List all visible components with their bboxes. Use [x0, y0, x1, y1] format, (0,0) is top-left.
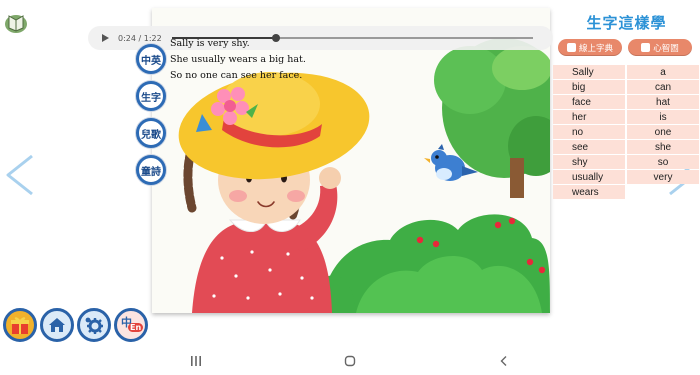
side-btn-songs[interactable]: 兒歌	[136, 118, 166, 148]
recent-apps-button[interactable]	[176, 347, 216, 375]
side-btn-poems[interactable]: 童詩	[136, 155, 166, 185]
story-line: So no one can see her face.	[170, 70, 303, 81]
language-icon: 中 En	[119, 314, 144, 336]
prev-page-arrow[interactable]	[2, 152, 36, 198]
gift-icon	[11, 317, 29, 334]
vocab-word[interactable]: face	[553, 95, 625, 109]
vocab-word[interactable]: one	[627, 125, 699, 139]
vocab-word[interactable]: her	[553, 110, 625, 124]
vocab-word[interactable]: usually	[553, 170, 625, 184]
vocab-word[interactable]: see	[553, 140, 625, 154]
system-nav-bar	[0, 347, 700, 375]
language-label-en: En	[128, 323, 144, 332]
mindmap-icon	[641, 43, 651, 52]
online-dictionary-label: 線上字典	[578, 43, 613, 54]
vocab-word[interactable]: so	[627, 155, 699, 169]
nav-home-button[interactable]	[330, 347, 370, 375]
player-time: 0:24 / 1:22	[118, 33, 162, 43]
story-line: She usually wears a big hat.	[170, 54, 306, 65]
online-dictionary-tab[interactable]: 線上字典	[558, 39, 622, 56]
nav-back-button[interactable]	[484, 347, 524, 375]
vocab-word[interactable]: shy	[553, 155, 625, 169]
vocab-word[interactable]: a	[627, 65, 699, 79]
vocab-word[interactable]: Sally	[553, 65, 625, 79]
vocab-word[interactable]: very	[627, 170, 699, 184]
vocab-word[interactable]: is	[627, 110, 699, 124]
home-circle-icon	[344, 355, 356, 367]
play-icon[interactable]	[99, 32, 111, 44]
language-button[interactable]: 中 En	[114, 308, 148, 342]
home-icon	[49, 318, 65, 332]
vocab-title: 生字這樣學	[586, 14, 667, 32]
vocab-word-grid: Sally a big can face hat her is no one s…	[553, 65, 700, 199]
gear-icon	[85, 317, 103, 334]
vocab-word[interactable]: big	[553, 80, 625, 94]
recent-apps-icon	[191, 356, 201, 366]
vocab-word[interactable]: can	[627, 80, 699, 94]
back-icon	[500, 356, 507, 366]
book-icon[interactable]	[3, 10, 29, 34]
side-btn-bilingual[interactable]: 中英	[136, 44, 166, 74]
mindmap-tab[interactable]: 心智圖	[628, 39, 692, 56]
app-screen: 0:24 / 1:22 Sally is very shy. She usual…	[0, 0, 700, 375]
vocab-word[interactable]: she	[627, 140, 699, 154]
vocab-word[interactable]: wears	[553, 185, 625, 199]
settings-button[interactable]	[77, 308, 111, 342]
gift-button[interactable]	[3, 308, 37, 342]
home-button[interactable]	[40, 308, 74, 342]
story-text: Sally is very shy. She usually wears a b…	[170, 36, 306, 84]
story-line: Sally is very shy.	[170, 38, 250, 49]
vocab-word[interactable]: hat	[627, 95, 699, 109]
dictionary-icon	[566, 43, 576, 52]
mindmap-label: 心智圖	[653, 43, 679, 54]
vocab-panel: 生字這樣學 線上字典 心智圖 Sally a big can face hat …	[553, 8, 700, 199]
vocab-word[interactable]: no	[553, 125, 625, 139]
side-btn-vocab[interactable]: 生字	[136, 81, 166, 111]
